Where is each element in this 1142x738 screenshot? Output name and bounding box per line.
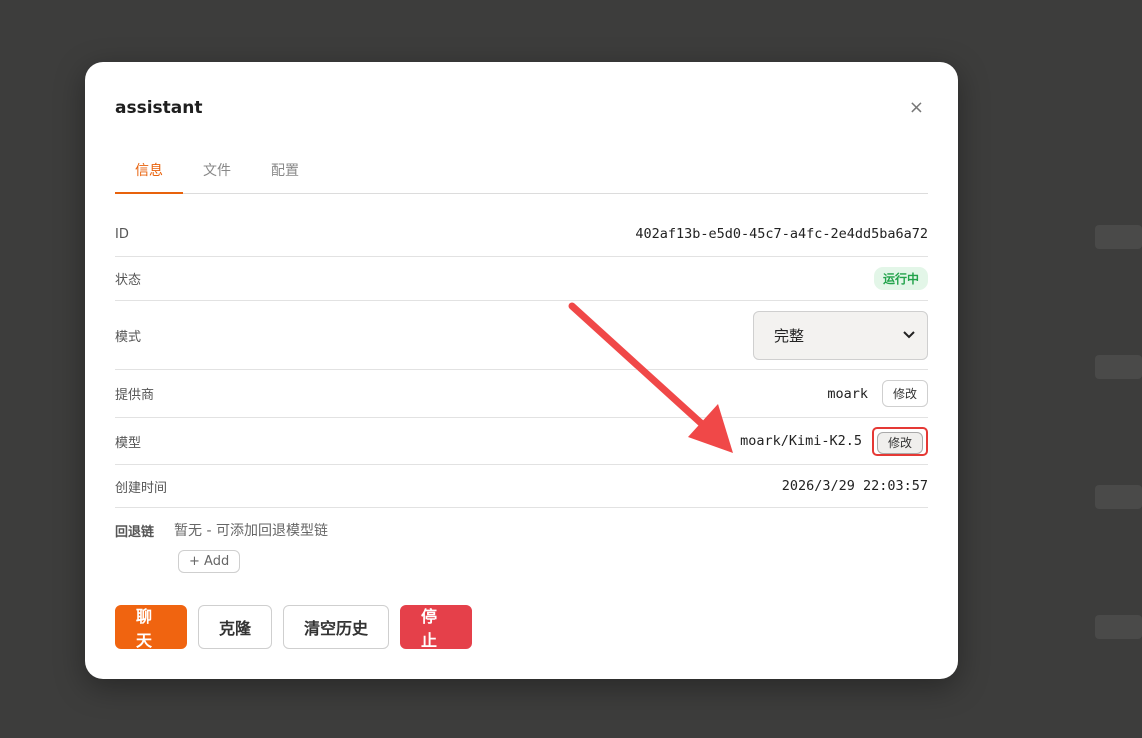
agent-info-dialog: assistant × 信息 文件 配置 ID 402af13b-e5d0-45… — [85, 62, 958, 679]
provider-value: moark — [827, 385, 868, 402]
id-value: 402af13b-e5d0-45c7-a4fc-2e4dd5ba6a72 — [635, 226, 928, 242]
edit-provider-button[interactable]: 修改 — [881, 380, 928, 407]
provider-label: 提供商 — [115, 388, 155, 403]
status-label: 状态 — [115, 273, 142, 288]
dialog-title: assistant — [115, 98, 203, 118]
model-value: moark/Kimi-K2.5 — [740, 433, 862, 449]
edit-model-button[interactable]: 修改 — [876, 431, 923, 454]
created-value: 2026/3/29 22:03:57 — [781, 478, 928, 494]
tab-bar: 信息 文件 配置 — [115, 152, 928, 194]
bg-item — [1095, 485, 1142, 509]
stop-button[interactable]: 停止 — [400, 605, 472, 650]
tab-files[interactable]: 文件 — [183, 152, 251, 193]
provider-row: 提供商 moark 修改 — [115, 370, 928, 418]
bg-item — [1095, 225, 1142, 249]
model-value-group: moark/Kimi-K2.5 修改 — [740, 426, 928, 456]
id-row: ID 402af13b-e5d0-45c7-a4fc-2e4dd5ba6a72 — [115, 212, 928, 257]
tab-config[interactable]: 配置 — [251, 152, 319, 193]
created-row: 创建时间 2026/3/29 22:03:57 — [115, 465, 928, 508]
model-row: 模型 moark/Kimi-K2.5 修改 — [115, 418, 928, 465]
close-button[interactable]: × — [909, 98, 924, 118]
mode-select-value: 完整 — [774, 326, 805, 345]
clone-button[interactable]: 克隆 — [198, 605, 272, 649]
info-table: ID 402af13b-e5d0-45c7-a4fc-2e4dd5ba6a72 … — [115, 212, 928, 508]
mode-label: 模式 — [115, 329, 142, 345]
chevron-down-icon — [903, 331, 915, 339]
highlight-box: 修改 — [871, 426, 928, 456]
chat-button[interactable]: 聊天 — [115, 605, 187, 650]
mode-select[interactable]: 完整 — [753, 310, 928, 360]
clear-history-button[interactable]: 清空历史 — [283, 605, 389, 649]
mode-row: 模式 完整 — [115, 301, 928, 370]
status-row: 状态 运行中 — [115, 257, 928, 301]
created-label: 创建时间 — [115, 480, 168, 496]
fallback-empty-text: 暂无 - 可添加回退模型链 — [174, 523, 328, 539]
bg-item — [1095, 615, 1142, 639]
bg-item — [1095, 355, 1142, 379]
fallback-section: 回退链 暂无 - 可添加回退模型链 + Add — [115, 520, 928, 573]
model-label: 模型 — [115, 435, 142, 451]
fallback-line: 回退链 暂无 - 可添加回退模型链 — [115, 520, 928, 540]
action-bar: 聊天 克隆 清空历史 停止 — [115, 605, 472, 650]
add-fallback-button[interactable]: + Add — [178, 550, 241, 573]
fallback-label: 回退链 — [115, 524, 155, 540]
id-label: ID — [115, 226, 129, 242]
status-badge: 运行中 — [873, 267, 928, 290]
provider-value-group: moark 修改 — [827, 380, 928, 407]
tab-info[interactable]: 信息 — [115, 152, 183, 194]
